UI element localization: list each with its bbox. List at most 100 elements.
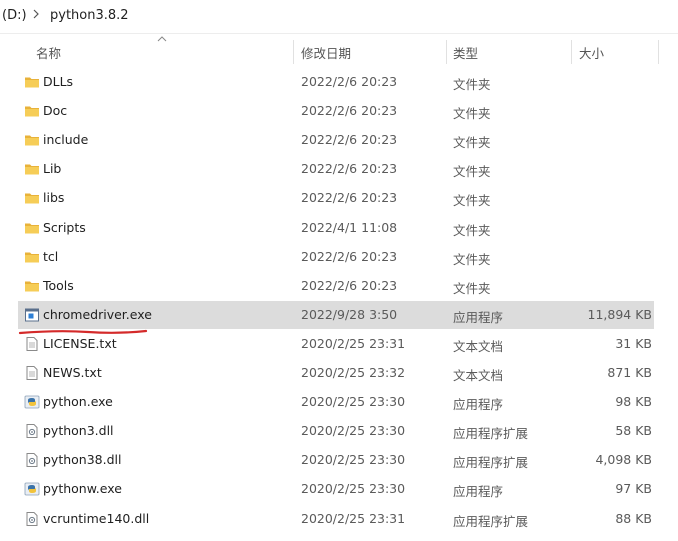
file-row[interactable]: python38.dll 2020/2/25 23:30 应用程序扩展 4,098 K… [18,446,654,474]
file-type: 应用程序 [453,309,504,325]
folder-icon [24,161,40,177]
file-name: Tools [43,277,74,293]
file-row[interactable]: python.exe 2020/2/25 23:30 应用程序 98 KB [18,388,654,416]
folder-icon [24,103,40,119]
dll-icon [24,511,40,527]
python-icon [24,394,40,410]
file-date-modified: 2022/2/6 20:23 [301,248,398,264]
file-row[interactable]: chromedriver.exe 2022/9/28 3:50 应用程序 11,894… [18,300,654,329]
file-date-modified: 2022/4/1 11:08 [301,219,398,235]
file-date-modified: 2022/9/28 3:50 [301,306,398,322]
text-file-icon [24,336,40,352]
file-size: 97 KB [615,481,652,497]
file-type: 文本文档 [453,368,504,383]
file-date-modified: 2022/2/6 20:23 [301,103,398,119]
file-type: 应用程序扩展 [453,513,529,529]
file-name: pythonw.exe [43,481,122,497]
file-type: 应用程序 [453,484,504,500]
column-resizer[interactable] [446,40,447,64]
python-icon [24,481,40,497]
breadcrumb-folder[interactable]: python3.8.2 [50,8,129,23]
file-size: 871 KB [607,365,652,380]
file-date-modified: 2022/2/6 20:23 [301,74,398,89]
column-size[interactable]: 大小 [579,43,604,62]
file-size: 88 KB [615,510,652,526]
column-resizer[interactable] [571,40,572,64]
file-row[interactable]: Tools 2022/2/6 20:23 文件夹 [18,272,654,300]
dll-icon [24,452,40,468]
file-date-modified: 2022/2/6 20:23 [301,277,398,293]
folder-icon [24,220,40,236]
file-name: python.exe [43,394,113,410]
red-underline-annotation [18,329,148,335]
file-name: libs [43,190,65,206]
file-name: NEWS.txt [43,365,102,380]
file-type: 文件夹 [453,222,491,238]
file-name: DLLs [43,74,74,89]
file-name: vcruntime140.dll [43,510,150,526]
file-date-modified: 2022/2/6 20:23 [301,161,398,177]
file-date-modified: 2022/2/6 20:23 [301,190,398,206]
file-size: 31 KB [615,335,652,351]
column-type[interactable]: 类型 [453,43,478,62]
column-resizer[interactable] [293,40,294,64]
file-type: 应用程序扩展 [453,426,529,442]
file-type: 文件夹 [453,77,491,92]
folder-icon [24,278,40,294]
file-name: Doc [43,103,68,119]
folder-icon [24,74,40,90]
file-size: 58 KB [615,423,652,439]
file-type: 应用程序 [453,397,504,413]
file-row[interactable]: libs 2022/2/6 20:23 文件夹 [18,184,654,212]
file-date-modified: 2020/2/25 23:30 [301,423,406,439]
file-date-modified: 2020/2/25 23:30 [301,481,406,497]
column-header: 名称 修改日期 类型 大小 [0,34,678,66]
column-date[interactable]: 修改日期 [301,43,351,62]
file-type: 应用程序扩展 [453,455,529,471]
file-name: python3.dll [43,423,114,439]
file-type: 文件夹 [453,193,491,209]
file-name: LICENSE.txt [43,335,117,351]
breadcrumb: (D:) python3.8.2 [0,0,678,32]
file-date-modified: 2022/2/6 20:23 [301,132,398,148]
file-date-modified: 2020/2/25 23:30 [301,452,406,468]
file-row[interactable]: Lib 2022/2/6 20:23 文件夹 [18,155,654,183]
file-type: 文件夹 [453,280,491,296]
column-resizer[interactable] [658,40,659,64]
file-name: include [43,132,89,148]
file-name: Scripts [43,219,86,235]
file-type: 文件夹 [453,251,491,267]
file-date-modified: 2020/2/25 23:31 [301,510,406,526]
file-date-modified: 2020/2/25 23:31 [301,335,406,351]
file-name: tcl [43,248,59,264]
file-row[interactable]: vcruntime140.dll 2020/2/25 23:31 应用程序扩展 88 … [18,505,654,533]
sort-ascending-icon [157,36,167,42]
chevron-right-icon[interactable] [30,6,42,22]
folder-icon [24,249,40,265]
breadcrumb-drive[interactable]: (D:) [2,8,27,23]
file-row[interactable]: NEWS.txt 2020/2/25 23:32 文本文档 871 KB [18,359,654,387]
file-row[interactable]: include 2022/2/6 20:23 文件夹 [18,126,654,154]
file-size: 4,098 KB [595,452,652,468]
file-row[interactable]: python3.dll 2020/2/25 23:30 应用程序扩展 58 KB [18,417,654,445]
folder-icon [24,190,40,206]
file-row[interactable]: Scripts 2022/4/1 11:08 文件夹 [18,214,654,242]
file-name: chromedriver.exe [43,306,152,322]
column-name[interactable]: 名称 [36,43,61,62]
file-row[interactable]: DLLs 2022/2/6 20:23 文件夹 [18,68,654,96]
file-name: python38.dll [43,452,122,468]
file-type: 文本文档 [453,338,504,354]
file-row[interactable]: pythonw.exe 2020/2/25 23:30 应用程序 97 KB [18,475,654,503]
file-date-modified: 2020/2/25 23:30 [301,394,406,410]
file-size: 98 KB [615,394,652,410]
file-row[interactable]: Doc 2022/2/6 20:23 文件夹 [18,97,654,125]
text-file-icon [24,365,40,381]
file-size: 11,894 KB [587,306,652,322]
file-type: 文件夹 [453,164,491,180]
file-row[interactable]: tcl 2022/2/6 20:23 文件夹 [18,243,654,271]
folder-icon [24,132,40,148]
file-type: 文件夹 [453,106,491,122]
file-name: Lib [43,161,62,177]
exe-icon [24,307,40,323]
file-date-modified: 2020/2/25 23:32 [301,365,406,380]
